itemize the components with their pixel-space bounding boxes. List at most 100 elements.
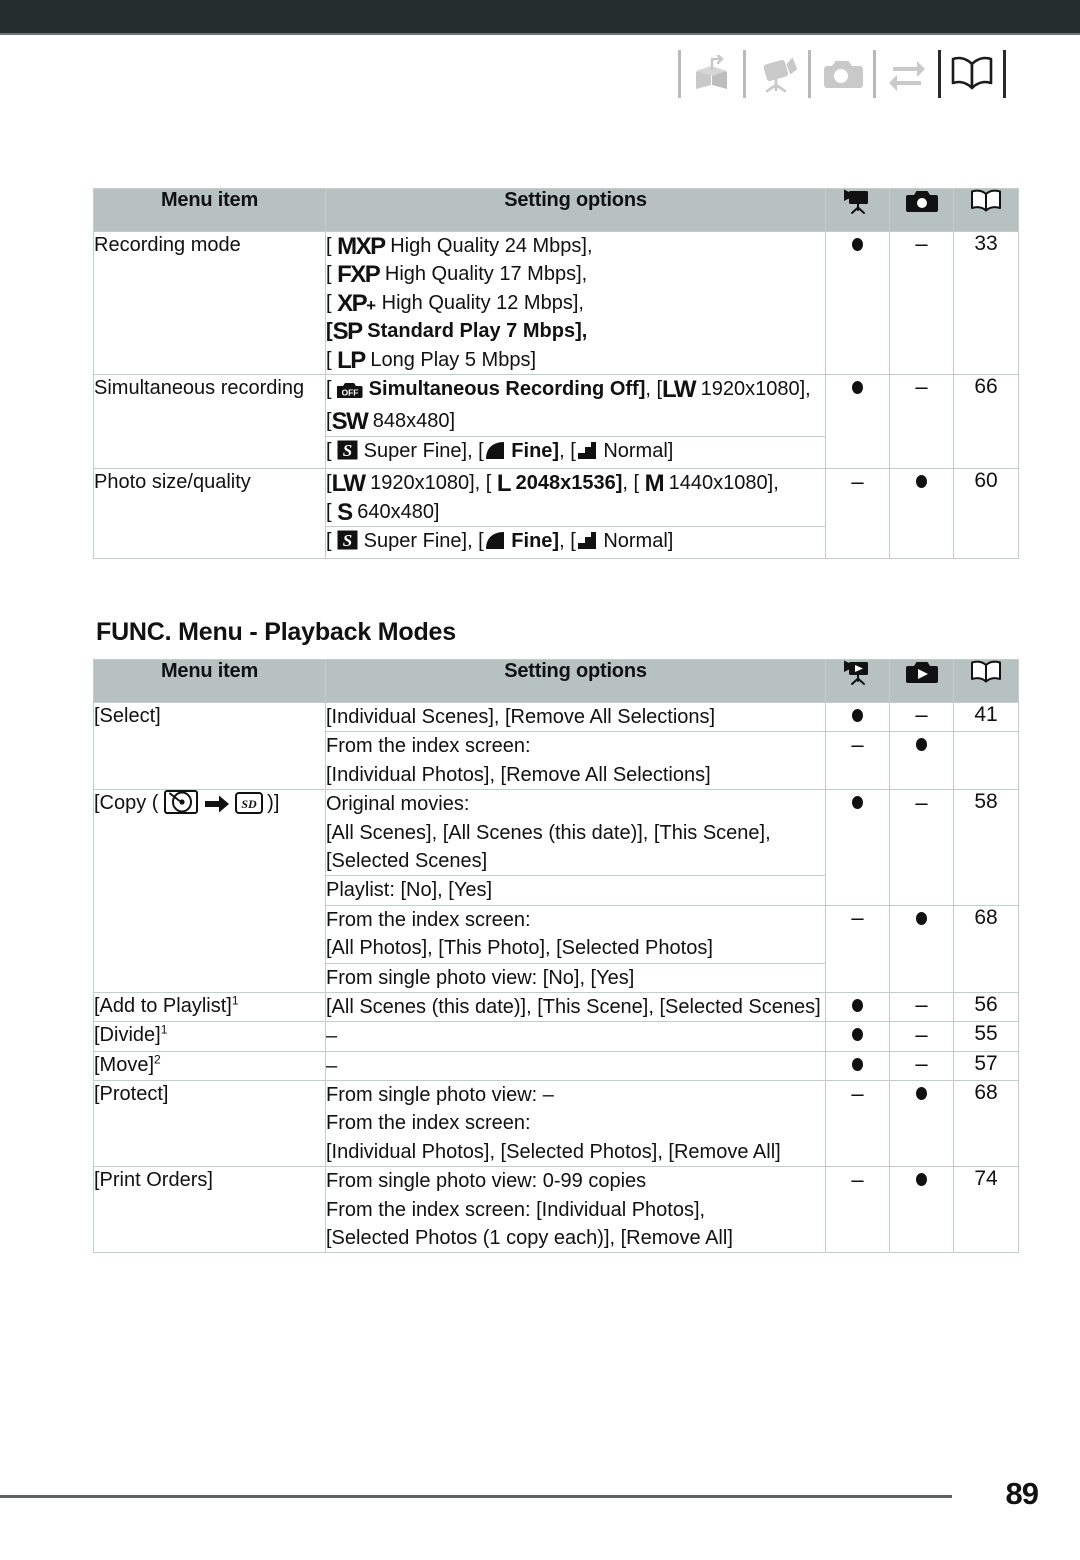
super-fine-icon: S xyxy=(337,440,358,468)
option-line: [ MXP High Quality 24 Mbps], xyxy=(326,232,825,260)
option-text: From single photo view: 0-99 copies xyxy=(326,1170,647,1193)
setting-options-cell: [ MXP High Quality 24 Mbps],[ FXP High Q… xyxy=(325,231,826,375)
setting-options-cell: [Individual Scenes], [Remove All Selecti… xyxy=(325,701,826,733)
open-book-icon[interactable] xyxy=(943,50,1001,98)
movie-mode-cell: – xyxy=(825,1080,890,1168)
photo-mode-dot xyxy=(916,1173,927,1187)
option-line: [ S Super Fine], [ Fine], [ Normal] xyxy=(326,527,825,558)
mode-badge-lp: LP xyxy=(337,346,366,374)
reference-page-cell: 58 xyxy=(953,789,1019,906)
open-box-icon[interactable] xyxy=(683,50,741,98)
col-header-menu-item: Menu item xyxy=(93,659,326,703)
photo-mode-dash: – xyxy=(915,374,928,400)
col-header-open-book-icon xyxy=(953,659,1019,703)
camcorder-icon[interactable] xyxy=(748,50,806,98)
option-text: [ xyxy=(326,439,338,462)
option-text: [All Scenes], [All Scenes (this date)], … xyxy=(326,821,771,844)
setting-options-cell: From single photo view: 0-99 copies From … xyxy=(325,1166,826,1254)
photo-mode-dash: – xyxy=(915,1051,928,1077)
option-text: [Move] xyxy=(94,1053,155,1076)
table-row: Recording mode [ MXP High Quality 24 Mbps… xyxy=(93,231,1019,375)
setting-options-cell: Playlist: [No], [Yes] xyxy=(325,875,826,906)
movie-mode-dash: – xyxy=(851,731,864,757)
table-header-row: Menu item Setting options xyxy=(93,188,1019,232)
col-header-camcorder-record-icon xyxy=(825,188,890,232)
setting-options-cell: From the index screen: [All Photos], [Thi… xyxy=(325,904,826,964)
option-text: [Individual Photos], [Selected Photos], … xyxy=(326,1140,781,1163)
option-text: From the index screen: xyxy=(326,908,531,931)
reference-page-cell: 60 xyxy=(953,468,1019,560)
option-text: [All Photos], [This Photo], [Selected Ph… xyxy=(326,937,713,960)
svg-text:OFF: OFF xyxy=(342,388,359,398)
section-heading-playback: FUNC. Menu - Playback Modes xyxy=(96,618,456,646)
footnote-marker: 1 xyxy=(231,993,239,1008)
option-line: From the index screen: xyxy=(326,1109,825,1137)
menu-item-cell: Recording mode xyxy=(93,231,326,375)
option-text: [ xyxy=(326,263,338,286)
menu-item-label: Simultaneous recording xyxy=(94,376,305,399)
option-line: [All Photos], [This Photo], [Selected Ph… xyxy=(326,934,825,962)
option-text: [ xyxy=(326,348,338,371)
option-text: [Individual Scenes], [Remove All Selecti… xyxy=(326,706,716,728)
photo-mode-dash: – xyxy=(915,231,928,257)
option-line: [ S 640x480] xyxy=(326,498,825,526)
fine-icon xyxy=(484,440,506,468)
photo-mode-cell: – xyxy=(889,701,954,733)
photo-mode-dash: – xyxy=(915,1021,928,1047)
movie-mode-dash: – xyxy=(851,905,864,931)
mode-badge-s: S xyxy=(337,498,353,526)
option-text: , [ xyxy=(559,529,576,552)
option-text: )] xyxy=(267,792,280,815)
setting-options-cell: [All Scenes (this date)], [This Scene], … xyxy=(325,991,826,1023)
photo-mode-cell: – xyxy=(889,1021,954,1052)
page-top-bar xyxy=(0,0,1080,33)
table-row: [Copy ( SD)] Original movies: [All Scenes]… xyxy=(93,789,1019,993)
menu-item-cell: [Copy ( SD)] xyxy=(93,789,326,993)
movie-mode-dash: – xyxy=(851,1166,864,1192)
camera-icon[interactable] xyxy=(813,50,871,98)
table-row: [Print Orders] From single photo view: 0-… xyxy=(93,1166,1019,1254)
reference-page-cell: 68 xyxy=(953,1080,1019,1168)
tab-divider xyxy=(873,50,876,98)
option-text: 1440x1080], xyxy=(663,472,779,495)
movie-mode-cell xyxy=(825,701,890,733)
option-text: 1920x1080], [ xyxy=(364,472,497,495)
option-line: [SP Standard Play 7 Mbps], xyxy=(326,317,825,345)
mode-badge-mxp: MXP xyxy=(337,233,386,260)
option-text: [Divide] xyxy=(94,1024,161,1047)
reference-page-cell: 56 xyxy=(953,991,1019,1023)
option-line: [ FXP High Quality 17 Mbps], xyxy=(326,260,825,288)
setting-options-cell: – xyxy=(325,1021,826,1052)
off-camera-icon: OFF xyxy=(336,379,363,407)
recording-table-body: Recording mode [ MXP High Quality 24 Mbps… xyxy=(93,231,1019,560)
fine-icon xyxy=(484,530,506,558)
option-line: – xyxy=(326,1022,825,1050)
photo-mode-cell xyxy=(889,1166,954,1254)
option-text: [Individual Photos], [Remove All Selecti… xyxy=(326,763,711,786)
footer-rule xyxy=(0,1495,952,1498)
movie-mode-cell xyxy=(825,991,890,1023)
col-header-camera-record-icon xyxy=(889,188,954,232)
svg-text:S: S xyxy=(343,441,352,460)
tab-divider xyxy=(938,50,941,98)
option-text: , [ xyxy=(559,439,576,462)
movie-mode-dot xyxy=(852,998,863,1012)
movie-mode-dot xyxy=(852,708,863,722)
table-row: [Protect] From single photo view: – From t… xyxy=(93,1080,1019,1168)
menu-item-label: Photo size/quality xyxy=(94,471,251,494)
option-text: From single photo view: [No], [Yes] xyxy=(326,966,635,989)
movie-mode-dot xyxy=(852,1028,863,1042)
option-line: From the index screen: xyxy=(326,906,825,934)
reference-page-cell: 55 xyxy=(953,1021,1019,1052)
photo-mode-dash: – xyxy=(915,702,928,728)
mode-badge-fxp: FXP xyxy=(337,261,381,289)
transfer-arrows-icon[interactable] xyxy=(878,50,936,98)
document-page: Menu item Setting options Recording mode… xyxy=(0,0,1080,1560)
photo-mode-cell: – xyxy=(889,789,954,906)
menu-item-cell: [Select] xyxy=(93,701,326,791)
mode-badge-xp-plus: XP+ xyxy=(337,289,377,317)
option-text: [Selected Scenes] xyxy=(326,849,488,872)
setting-options-cell: [ OFF Simultaneous Recording Off], [LW 1… xyxy=(325,373,826,437)
photo-mode-dot xyxy=(916,911,927,925)
setting-options-cell: From the index screen: [Individual Photos… xyxy=(325,731,826,791)
